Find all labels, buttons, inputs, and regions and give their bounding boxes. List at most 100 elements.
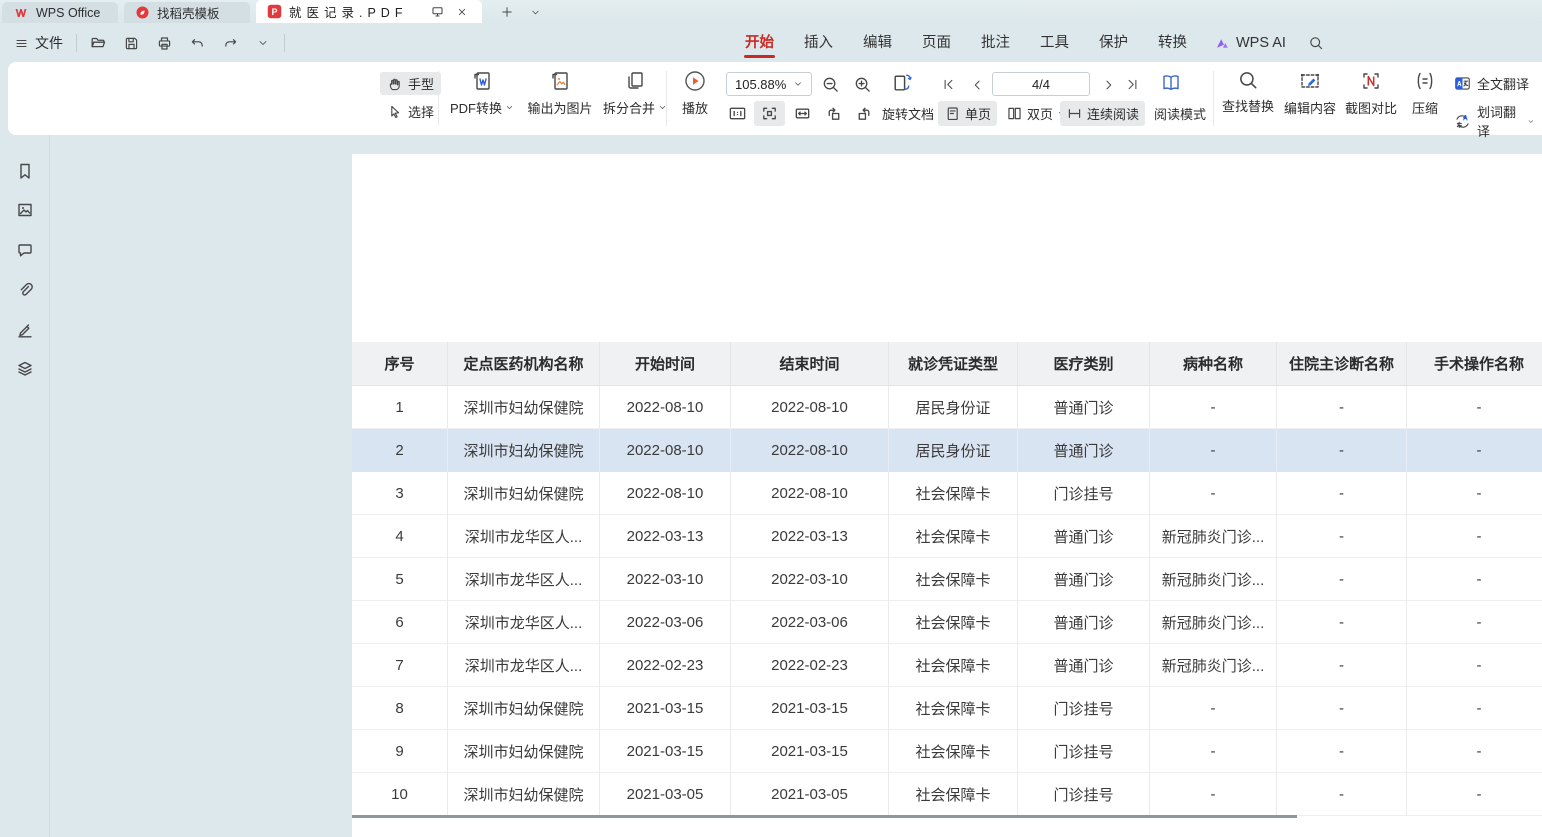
fit-page-button[interactable] — [754, 101, 785, 126]
thumbnail-icon[interactable] — [12, 197, 38, 223]
table-cell: 2 — [352, 429, 448, 472]
file-menu-label: 文件 — [35, 33, 63, 53]
table-row[interactable]: 8深圳市妇幼保健院2021-03-152021-03-15社会保障卡门诊挂号--… — [352, 687, 1542, 730]
bookmark-icon[interactable] — [12, 158, 38, 184]
tab-pages[interactable]: 页面 — [907, 27, 966, 59]
attachment-icon[interactable] — [12, 277, 38, 303]
quickbar-chevron-icon[interactable] — [251, 31, 275, 55]
docer-icon — [135, 5, 150, 20]
select-tool-button[interactable]: 选择 — [380, 100, 441, 123]
table-cell: - — [1407, 472, 1542, 515]
print-icon[interactable] — [152, 31, 176, 55]
redo-icon[interactable] — [218, 31, 242, 55]
search-icon[interactable] — [1304, 31, 1328, 55]
table-cell: 6 — [352, 601, 448, 644]
split-merge-button[interactable]: 拆分合并 — [596, 69, 674, 129]
column-header: 结束时间 — [731, 342, 889, 386]
open-folder-icon[interactable] — [86, 31, 110, 55]
table-cell: 2022-03-13 — [600, 515, 731, 558]
rotate-doc-icon[interactable] — [890, 70, 915, 95]
zoom-level-dropdown[interactable]: 105.88% — [726, 72, 812, 96]
tab-document-pdf[interactable]: P 就医记录.PDF — [256, 0, 482, 23]
fit-width-button[interactable] — [787, 101, 818, 126]
last-page-button[interactable] — [1120, 72, 1145, 97]
tab-wps-ai[interactable]: WPS AI — [1202, 35, 1298, 52]
zoom-out-icon — [821, 75, 840, 94]
table-cell: - — [1277, 515, 1407, 558]
tab-comment[interactable]: 批注 — [966, 27, 1025, 59]
zoom-out-button[interactable] — [818, 72, 843, 97]
table-row[interactable]: 7深圳市龙华区人...2022-02-232022-02-23社会保障卡普通门诊… — [352, 644, 1542, 687]
save-icon[interactable] — [119, 31, 143, 55]
rotate-doc-label[interactable]: 旋转文档 — [876, 101, 940, 126]
table-cell: 门诊挂号 — [1018, 773, 1150, 816]
word-translate-button[interactable]: 划词翻译 — [1446, 100, 1542, 142]
table-cell: 2022-03-10 — [731, 558, 889, 601]
table-cell: - — [1407, 773, 1542, 816]
full-translate-button[interactable]: 全文翻译 — [1446, 72, 1536, 95]
read-mode-label[interactable]: 阅读模式 — [1148, 101, 1212, 126]
table-row[interactable]: 1深圳市妇幼保健院2022-08-102022-08-10居民身份证普通门诊--… — [352, 386, 1542, 429]
rotate-left-button[interactable] — [818, 101, 849, 126]
tab-docer-templates[interactable]: 找稻壳模板 — [124, 2, 250, 23]
tab-wps-office[interactable]: WPS Office — [2, 2, 118, 23]
actual-size-button[interactable] — [722, 101, 753, 126]
tab-list-chevron-icon[interactable] — [526, 3, 544, 21]
zoom-level-value: 105.88% — [735, 77, 786, 92]
table-row[interactable]: 10深圳市妇幼保健院2021-03-052021-03-05社会保障卡门诊挂号-… — [352, 773, 1542, 816]
comment-icon[interactable] — [12, 237, 38, 263]
tab-home[interactable]: 开始 — [730, 27, 789, 59]
table-row[interactable]: 6深圳市龙华区人...2022-03-062022-03-06社会保障卡普通门诊… — [352, 601, 1542, 644]
compress-button[interactable]: 压缩 — [1402, 69, 1448, 129]
next-page-button[interactable] — [1096, 72, 1121, 97]
table-cell: 普通门诊 — [1018, 644, 1150, 687]
file-menu-button[interactable]: 文件 — [10, 33, 67, 53]
pdf-convert-icon — [470, 69, 494, 93]
tab-tools[interactable]: 工具 — [1025, 27, 1084, 59]
close-icon[interactable] — [453, 3, 471, 21]
continuous-read-button[interactable]: 连续阅读 — [1060, 101, 1145, 126]
table-row[interactable]: 2深圳市妇幼保健院2022-08-102022-08-10居民身份证普通门诊--… — [352, 429, 1542, 472]
tab-convert[interactable]: 转换 — [1143, 27, 1202, 59]
new-tab-button[interactable] — [498, 3, 516, 21]
hand-tool-button[interactable]: 手型 — [380, 72, 441, 95]
read-mode-book-icon[interactable] — [1158, 70, 1183, 95]
tab-protect[interactable]: 保护 — [1084, 27, 1143, 59]
tab-edit[interactable]: 编辑 — [848, 27, 907, 59]
table-cell: 4 — [352, 515, 448, 558]
chevron-down-icon — [505, 103, 514, 112]
edit-content-button[interactable]: 编辑内容 — [1280, 69, 1340, 129]
pdf-convert-button[interactable]: PDF转换 — [444, 69, 520, 129]
table-cell: 2022-08-10 — [731, 429, 889, 472]
signature-icon[interactable] — [12, 317, 38, 343]
table-cell: 门诊挂号 — [1018, 472, 1150, 515]
table-cell: 新冠肺炎门诊... — [1150, 515, 1277, 558]
first-page-button[interactable] — [936, 72, 961, 97]
table-cell: 普通门诊 — [1018, 558, 1150, 601]
table-row[interactable]: 9深圳市妇幼保健院2021-03-152021-03-15社会保障卡门诊挂号--… — [352, 730, 1542, 773]
table-row[interactable]: 3深圳市妇幼保健院2022-08-102022-08-10社会保障卡门诊挂号--… — [352, 472, 1542, 515]
column-header: 病种名称 — [1150, 342, 1277, 386]
layers-icon[interactable] — [12, 356, 38, 382]
export-image-button[interactable]: 输出为图片 — [520, 69, 600, 129]
zoom-in-button[interactable] — [850, 72, 875, 97]
table-cell: 7 — [352, 644, 448, 687]
prev-page-button[interactable] — [964, 72, 989, 97]
pdf-page[interactable]: 序号定点医药机构名称开始时间结束时间就诊凭证类型医疗类别病种名称住院主诊断名称手… — [352, 154, 1542, 837]
undo-icon[interactable] — [185, 31, 209, 55]
monitor-icon[interactable] — [428, 3, 446, 21]
find-replace-icon — [1237, 69, 1259, 91]
table-row[interactable]: 5深圳市龙华区人...2022-03-102022-03-10社会保障卡普通门诊… — [352, 558, 1542, 601]
hand-icon — [387, 76, 403, 92]
last-page-icon — [1125, 77, 1140, 92]
play-button[interactable]: 播放 — [672, 69, 718, 129]
single-page-button[interactable]: 单页 — [938, 101, 997, 126]
page-number-input[interactable] — [992, 72, 1090, 96]
screenshot-compare-button[interactable]: 截图对比 — [1340, 69, 1402, 129]
table-cell: 社会保障卡 — [889, 644, 1018, 687]
find-replace-button[interactable]: 查找替换 — [1218, 69, 1278, 129]
table-row[interactable]: 4深圳市龙华区人...2022-03-132022-03-13社会保障卡普通门诊… — [352, 515, 1542, 558]
table-cell: - — [1407, 730, 1542, 773]
tab-insert[interactable]: 插入 — [789, 27, 848, 59]
table-cell: 深圳市妇幼保健院 — [448, 730, 600, 773]
